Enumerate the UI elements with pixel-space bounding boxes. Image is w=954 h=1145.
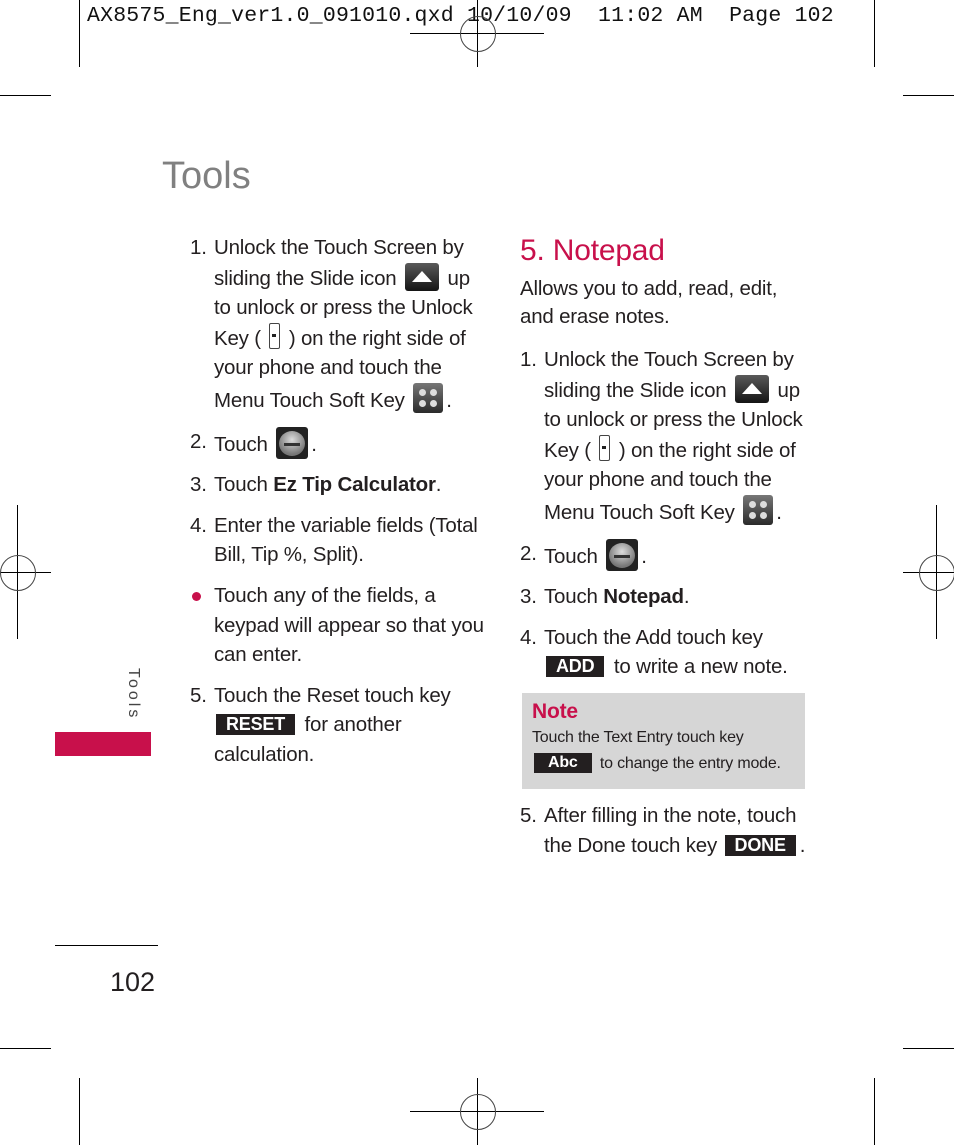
crop-mark: [79, 1078, 80, 1145]
step-4: 4. Touch the Add touch key ADD to write …: [520, 623, 810, 682]
step-text: Touch: [214, 473, 268, 497]
step-text: .: [799, 833, 806, 857]
crop-mark: [0, 1048, 51, 1049]
unlock-key-icon: [269, 322, 281, 349]
reset-key: RESET: [216, 714, 296, 736]
step-number: 4.: [520, 625, 537, 649]
step-number: 2.: [520, 541, 537, 565]
right-column: 5. Notepad Allows you to add, read, edit…: [520, 233, 810, 871]
slide-up-icon: [405, 262, 439, 291]
step-number: 5.: [520, 803, 537, 827]
slug-time: 11:02 AM: [598, 4, 703, 28]
note-box: Note Touch the Text Entry touch key Abc …: [522, 692, 805, 789]
section-intro: Allows you to add, read, edit, and erase…: [520, 277, 778, 328]
step-number: 3.: [190, 473, 207, 497]
crop-mark: [903, 1048, 954, 1049]
crop-mark: [874, 1078, 875, 1145]
crop-mark: [79, 0, 80, 67]
menu-icon: [413, 382, 444, 413]
step-5: 5. Touch the Reset touch key RESET for a…: [190, 681, 490, 770]
page-number: 102: [110, 967, 156, 997]
step-3: 3. Touch Ez Tip Calculator.: [190, 470, 490, 500]
step-text: .: [435, 473, 442, 497]
footer-rule: [55, 945, 158, 946]
note-line: to change the entry mode.: [599, 754, 781, 772]
add-key: ADD: [546, 656, 605, 678]
bullet-dot-icon: [192, 591, 201, 601]
note-title: Note: [532, 699, 578, 723]
bullet-item: Touch any of the fields, a keypad will a…: [190, 581, 490, 670]
step-3: 3. Touch Notepad.: [520, 582, 810, 612]
step-2: 2. Touch .: [520, 538, 810, 572]
step-number: 3.: [520, 585, 537, 609]
step-text: .: [641, 544, 647, 568]
step-text: to write a new note.: [613, 655, 788, 679]
slug-page: Page 102: [729, 4, 834, 28]
step-4: 4. Enter the variable fields (Total Bill…: [190, 511, 490, 570]
step-text: Touch: [214, 432, 268, 456]
menu-item-name: Notepad: [603, 585, 684, 609]
step-2: 2. Touch .: [190, 426, 490, 460]
step-text: .: [311, 432, 317, 456]
step-5: 5. After filling in the note, touch the …: [520, 801, 810, 860]
step-1: 1. Unlock the Touch Screen by sliding th…: [520, 345, 810, 528]
step-text: Touch: [544, 544, 598, 568]
step-1: 1. Unlock the Touch Screen by sliding th…: [190, 233, 490, 416]
done-key: DONE: [724, 834, 796, 856]
slide-up-icon: [735, 374, 769, 403]
step-number: 1.: [520, 348, 537, 371]
note-text: Touch the Text Entry touch key Abc to ch…: [532, 725, 795, 777]
crop-mark: [0, 95, 51, 96]
side-tab-bar: [55, 732, 151, 756]
left-column: 1. Unlock the Touch Screen by sliding th…: [190, 233, 490, 781]
step-text: Touch: [544, 585, 598, 609]
step-text: Touch the Add touch key: [544, 625, 763, 649]
side-tab-label: Tools: [125, 668, 142, 721]
step-number: 2.: [190, 429, 207, 453]
step-text: .: [776, 500, 782, 524]
print-slug: AX8575_Eng_ver1.0_091010.qxd 10/10/09 11…: [87, 4, 834, 28]
tools-icon: [606, 538, 639, 571]
step-text: .: [446, 388, 452, 412]
tools-icon: [276, 426, 309, 459]
section-title: 5. Notepad: [520, 234, 665, 267]
crop-mark: [903, 95, 954, 96]
step-text: Enter the variable fields (Total Bill, T…: [214, 513, 478, 567]
abc-key: Abc: [534, 752, 592, 773]
menu-item-name: Ez Tip Calculator: [273, 473, 436, 497]
menu-icon: [743, 494, 774, 525]
step-number: 1.: [190, 236, 207, 259]
note-line: Touch the Text Entry touch key: [532, 728, 744, 746]
slug-filename: AX8575_Eng_ver1.0_091010.qxd: [87, 4, 454, 28]
step-text: .: [683, 585, 690, 609]
step-text: Touch the Reset touch key: [214, 683, 451, 707]
step-number: 4.: [190, 513, 207, 537]
crop-mark: [874, 0, 875, 67]
page-title: Tools: [162, 155, 251, 197]
step-number: 5.: [190, 683, 207, 707]
unlock-key-icon: [599, 434, 611, 461]
bullet-text: Touch any of the fields, a keypad will a…: [214, 583, 484, 667]
